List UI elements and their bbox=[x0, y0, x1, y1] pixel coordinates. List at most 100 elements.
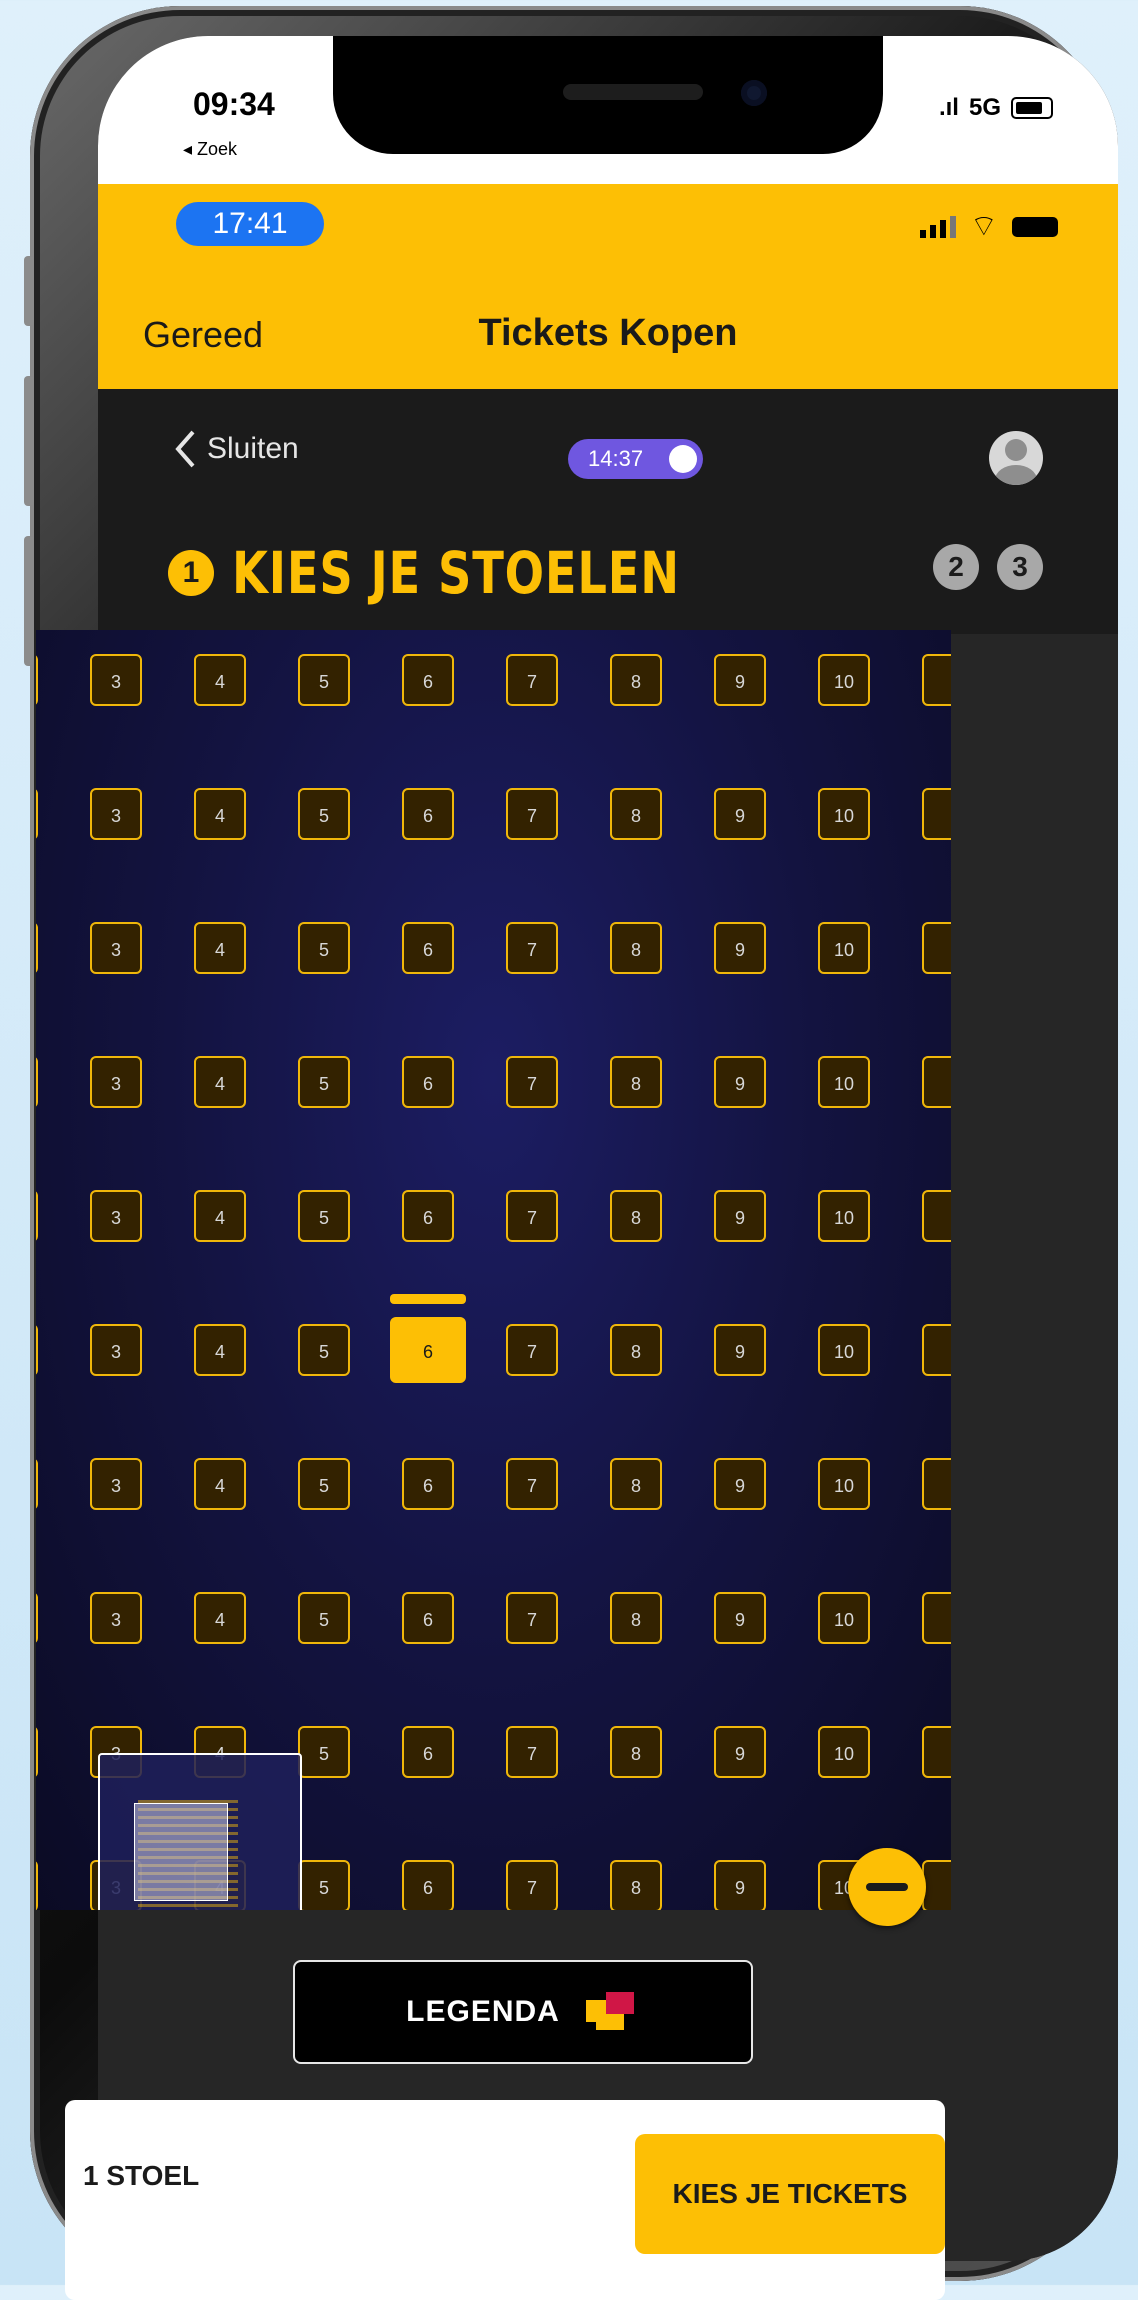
seat[interactable]: 3 bbox=[90, 654, 142, 706]
seat[interactable]: 7 bbox=[506, 1860, 558, 1910]
seat[interactable]: 9 bbox=[714, 788, 766, 840]
seat-partial-left[interactable] bbox=[36, 1458, 38, 1510]
seat[interactable]: 6 bbox=[402, 788, 454, 840]
seat[interactable]: 8 bbox=[610, 1056, 662, 1108]
choose-tickets-button[interactable]: KIES JE TICKETS bbox=[635, 2134, 945, 2254]
step-3-badge[interactable]: 3 bbox=[997, 544, 1043, 590]
seat-minimap[interactable] bbox=[98, 1753, 302, 1910]
seat[interactable]: 8 bbox=[610, 1458, 662, 1510]
seat[interactable]: 9 bbox=[714, 1592, 766, 1644]
seat[interactable]: 4 bbox=[194, 1324, 246, 1376]
seat[interactable]: 3 bbox=[90, 1190, 142, 1242]
seat[interactable]: 8 bbox=[610, 788, 662, 840]
seat[interactable]: 8 bbox=[610, 1324, 662, 1376]
seat[interactable]: 4 bbox=[194, 788, 246, 840]
seat[interactable]: 5 bbox=[298, 1860, 350, 1910]
seat[interactable]: 7 bbox=[506, 1324, 558, 1376]
seat[interactable]: 4 bbox=[194, 922, 246, 974]
seat[interactable]: 8 bbox=[610, 922, 662, 974]
seat[interactable]: 3 bbox=[90, 1324, 142, 1376]
seat-partial-left[interactable] bbox=[36, 1190, 38, 1242]
seat[interactable]: 10 bbox=[818, 1324, 870, 1376]
seat[interactable]: 10 bbox=[818, 788, 870, 840]
seat[interactable]: 3 bbox=[90, 788, 142, 840]
seat[interactable]: 9 bbox=[714, 1190, 766, 1242]
seat[interactable]: 8 bbox=[610, 1726, 662, 1778]
seat[interactable]: 8 bbox=[610, 1592, 662, 1644]
seat[interactable]: 6 bbox=[402, 1726, 454, 1778]
seat[interactable]: 10 bbox=[818, 654, 870, 706]
seat[interactable]: 4 bbox=[194, 654, 246, 706]
seat[interactable]: 10 bbox=[818, 1056, 870, 1108]
seat[interactable]: 6 bbox=[402, 1190, 454, 1242]
seat[interactable]: 7 bbox=[506, 1458, 558, 1510]
step-2-badge[interactable]: 2 bbox=[933, 544, 979, 590]
seat[interactable]: 5 bbox=[298, 1458, 350, 1510]
seat-partial-left[interactable] bbox=[36, 1860, 38, 1910]
seat[interactable]: 7 bbox=[506, 1592, 558, 1644]
seat[interactable]: 5 bbox=[298, 1324, 350, 1376]
seat-map[interactable]: 3 4 5 6 7 8 9 10 3 4 5 6 7 8 9 10 3 4 5 6 7 8 9 10 3 4 5 6 7 8 9 10 3 4 5 6… bbox=[36, 630, 951, 1910]
seat-partial-left[interactable] bbox=[36, 1056, 38, 1108]
seat[interactable]: 4 bbox=[194, 1056, 246, 1108]
seat[interactable]: 7 bbox=[506, 922, 558, 974]
seat[interactable]: 4 bbox=[194, 1190, 246, 1242]
seat-partial-right[interactable] bbox=[922, 1860, 951, 1910]
seat[interactable]: 3 bbox=[90, 1056, 142, 1108]
seat[interactable]: 10 bbox=[818, 1458, 870, 1510]
seat[interactable]: 3 bbox=[90, 922, 142, 974]
seat-partial-left[interactable] bbox=[36, 654, 38, 706]
seat[interactable]: 10 bbox=[818, 1726, 870, 1778]
seat[interactable]: 9 bbox=[714, 1324, 766, 1376]
seat[interactable]: 7 bbox=[506, 1726, 558, 1778]
seat[interactable]: 5 bbox=[298, 922, 350, 974]
seat[interactable]: 5 bbox=[298, 1592, 350, 1644]
seat[interactable]: 6 bbox=[402, 1592, 454, 1644]
seat[interactable]: 5 bbox=[298, 1726, 350, 1778]
seat[interactable]: 9 bbox=[714, 1726, 766, 1778]
seat-partial-right[interactable] bbox=[922, 788, 951, 840]
avatar[interactable] bbox=[989, 431, 1043, 485]
seat-partial-right[interactable] bbox=[922, 1190, 951, 1242]
seat-partial-right[interactable] bbox=[922, 1726, 951, 1778]
seat[interactable]: 3 bbox=[90, 1458, 142, 1510]
seat-partial-left[interactable] bbox=[36, 1726, 38, 1778]
seat[interactable]: 7 bbox=[506, 788, 558, 840]
seat[interactable]: 5 bbox=[298, 1190, 350, 1242]
seat[interactable]: 6 bbox=[402, 1056, 454, 1108]
minimap-viewport[interactable] bbox=[134, 1803, 228, 1901]
close-button[interactable]: Sluiten bbox=[173, 429, 299, 469]
seat-partial-right[interactable] bbox=[922, 1056, 951, 1108]
seat[interactable]: 10 bbox=[818, 1190, 870, 1242]
seat[interactable]: 6 bbox=[402, 922, 454, 974]
seat[interactable]: 9 bbox=[714, 1860, 766, 1910]
seat[interactable]: 3 bbox=[90, 1592, 142, 1644]
seat-selected[interactable]: 6 bbox=[390, 1317, 466, 1383]
back-to-app-link[interactable]: ◂ Zoek bbox=[183, 139, 237, 160]
seat[interactable]: 4 bbox=[194, 1592, 246, 1644]
seat[interactable]: 5 bbox=[298, 788, 350, 840]
seat[interactable]: 8 bbox=[610, 1190, 662, 1242]
seat[interactable]: 6 bbox=[402, 654, 454, 706]
seat[interactable]: 10 bbox=[818, 1592, 870, 1644]
seat[interactable]: 6 bbox=[402, 1860, 454, 1910]
seat[interactable]: 7 bbox=[506, 1190, 558, 1242]
seat-partial-left[interactable] bbox=[36, 1324, 38, 1376]
zoom-out-button[interactable] bbox=[848, 1848, 926, 1926]
seat[interactable]: 4 bbox=[194, 1458, 246, 1510]
seat-partial-right[interactable] bbox=[922, 654, 951, 706]
seat-partial-right[interactable] bbox=[922, 1458, 951, 1510]
seat[interactable]: 8 bbox=[610, 654, 662, 706]
seat[interactable]: 6 bbox=[402, 1458, 454, 1510]
seat[interactable]: 9 bbox=[714, 1056, 766, 1108]
seat[interactable]: 10 bbox=[818, 922, 870, 974]
legend-button[interactable]: LEGENDA bbox=[293, 1960, 753, 2064]
seat[interactable]: 9 bbox=[714, 1458, 766, 1510]
seat[interactable]: 8 bbox=[610, 1860, 662, 1910]
seat[interactable]: 7 bbox=[506, 1056, 558, 1108]
seat-partial-left[interactable] bbox=[36, 922, 38, 974]
seat-partial-left[interactable] bbox=[36, 1592, 38, 1644]
seat-partial-right[interactable] bbox=[922, 1324, 951, 1376]
seat-partial-left[interactable] bbox=[36, 788, 38, 840]
seat[interactable]: 9 bbox=[714, 922, 766, 974]
